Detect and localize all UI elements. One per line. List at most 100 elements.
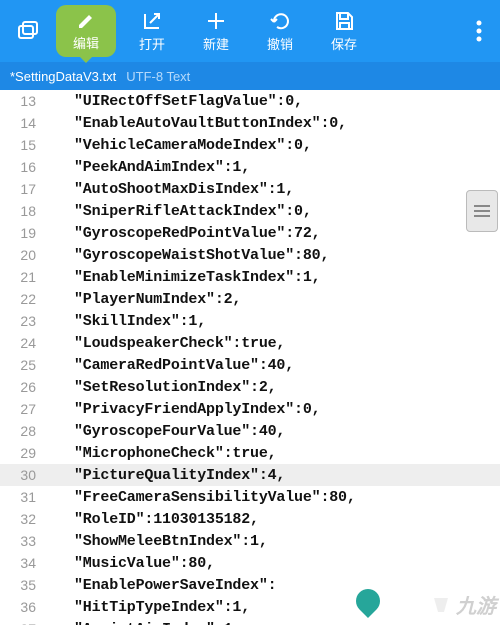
line-number: 35	[0, 577, 44, 593]
line-content: "EnablePowerSaveIndex":	[44, 577, 276, 594]
line-content: "SkillIndex":1,	[44, 313, 206, 330]
code-line[interactable]: 13"UIRectOffSetFlagValue":0,	[0, 90, 500, 112]
line-content: "MusicValue":80,	[44, 555, 215, 572]
line-number: 13	[0, 93, 44, 109]
line-number: 31	[0, 489, 44, 505]
multitab-button[interactable]	[4, 0, 52, 62]
code-line[interactable]: 18"SniperRifleAttackIndex":0,	[0, 200, 500, 222]
code-line[interactable]: 35"EnablePowerSaveIndex":	[0, 574, 500, 596]
line-content: "FreeCameraSensibilityValue":80,	[44, 489, 356, 506]
line-content: "PrivacyFriendApplyIndex":0,	[44, 401, 320, 418]
code-line[interactable]: 25"CameraRedPointValue":40,	[0, 354, 500, 376]
code-line[interactable]: 17"AutoShootMaxDisIndex":1,	[0, 178, 500, 200]
line-number: 33	[0, 533, 44, 549]
more-menu[interactable]	[462, 20, 496, 42]
line-content: "SetResolutionIndex":2,	[44, 379, 276, 396]
watermark: 九游	[430, 590, 496, 619]
line-content: "VehicleCameraModeIndex":0,	[44, 137, 312, 154]
line-content: "EnableAutoVaultButtonIndex":0,	[44, 115, 347, 132]
open-button[interactable]: 打开	[120, 0, 184, 62]
line-number: 17	[0, 181, 44, 197]
line-number: 26	[0, 379, 44, 395]
file-encoding: UTF-8 Text	[126, 69, 190, 84]
code-line[interactable]: 23"SkillIndex":1,	[0, 310, 500, 332]
edit-label: 编辑	[73, 33, 99, 52]
code-line[interactable]: 27"PrivacyFriendApplyIndex":0,	[0, 398, 500, 420]
line-content: "RoleID":11030135182,	[44, 511, 259, 528]
line-number: 16	[0, 159, 44, 175]
line-number: 23	[0, 313, 44, 329]
line-content: "PeekAndAimIndex":1,	[44, 159, 250, 176]
line-content: "CameraRedPointValue":40,	[44, 357, 294, 374]
line-number: 29	[0, 445, 44, 461]
undo-button[interactable]: 撤销	[248, 0, 312, 62]
line-number: 14	[0, 115, 44, 131]
open-icon	[141, 10, 163, 32]
new-label: 新建	[203, 34, 229, 53]
line-content: "MicrophoneCheck":true,	[44, 445, 276, 462]
code-line[interactable]: 33"ShowMeleeBtnIndex":1,	[0, 530, 500, 552]
code-line[interactable]: 15"VehicleCameraModeIndex":0,	[0, 134, 500, 156]
code-editor[interactable]: 13"UIRectOffSetFlagValue":0,14"EnableAut…	[0, 90, 500, 625]
code-line[interactable]: 21"EnableMinimizeTaskIndex":1,	[0, 266, 500, 288]
toolbar: 编辑 打开 新建 撤销 保存	[0, 0, 500, 62]
line-content: "AutoShootMaxDisIndex":1,	[44, 181, 294, 198]
line-content: "SniperRifleAttackIndex":0,	[44, 203, 312, 220]
line-content: "ShowMeleeBtnIndex":1,	[44, 533, 268, 550]
line-content: "UIRectOffSetFlagValue":0,	[44, 93, 303, 110]
code-line[interactable]: 37"AssistAimIndex":1,	[0, 618, 500, 625]
code-line[interactable]: 19"GyroscopeRedPointValue":72,	[0, 222, 500, 244]
pencil-icon	[76, 11, 96, 31]
line-number: 36	[0, 599, 44, 615]
more-icon	[476, 20, 482, 42]
save-icon	[333, 10, 355, 32]
line-content: "HitTipTypeIndex":1,	[44, 599, 250, 616]
code-line[interactable]: 31"FreeCameraSensibilityValue":80,	[0, 486, 500, 508]
new-button[interactable]: 新建	[184, 0, 248, 62]
code-line[interactable]: 26"SetResolutionIndex":2,	[0, 376, 500, 398]
line-number: 18	[0, 203, 44, 219]
line-number: 32	[0, 511, 44, 527]
line-number: 30	[0, 467, 44, 483]
code-line[interactable]: 22"PlayerNumIndex":2,	[0, 288, 500, 310]
line-content: "EnableMinimizeTaskIndex":1,	[44, 269, 320, 286]
line-number: 34	[0, 555, 44, 571]
line-number: 20	[0, 247, 44, 263]
windows-icon	[16, 19, 40, 43]
edit-button[interactable]: 编辑	[56, 5, 116, 57]
code-line[interactable]: 28"GyroscopeFourValue":40,	[0, 420, 500, 442]
line-content: "AssistAimIndex":1,	[44, 621, 241, 625]
code-line[interactable]: 29"MicrophoneCheck":true,	[0, 442, 500, 464]
code-line[interactable]: 30"PictureQualityIndex":4,	[0, 464, 500, 486]
undo-label: 撤销	[267, 34, 293, 53]
file-name: *SettingDataV3.txt	[10, 69, 116, 84]
line-content: "PlayerNumIndex":2,	[44, 291, 241, 308]
line-content: "GyroscopeFourValue":40,	[44, 423, 285, 440]
line-number: 27	[0, 401, 44, 417]
line-number: 15	[0, 137, 44, 153]
code-line[interactable]: 34"MusicValue":80,	[0, 552, 500, 574]
open-label: 打开	[139, 34, 165, 53]
code-line[interactable]: 14"EnableAutoVaultButtonIndex":0,	[0, 112, 500, 134]
line-number: 21	[0, 269, 44, 285]
code-line[interactable]: 24"LoudspeakerCheck":true,	[0, 332, 500, 354]
fast-scroll-handle[interactable]	[466, 190, 498, 232]
line-number: 19	[0, 225, 44, 241]
code-line[interactable]: 36"HitTipTypeIndex":1,	[0, 596, 500, 618]
undo-icon	[269, 10, 291, 32]
line-content: "GyroscopeWaistShotValue":80,	[44, 247, 329, 264]
save-button[interactable]: 保存	[312, 0, 376, 62]
file-tab-bar[interactable]: *SettingDataV3.txt UTF-8 Text	[0, 62, 500, 90]
watermark-icon	[430, 594, 452, 616]
code-line[interactable]: 20"GyroscopeWaistShotValue":80,	[0, 244, 500, 266]
line-number: 24	[0, 335, 44, 351]
line-number: 37	[0, 621, 44, 625]
code-line[interactable]: 32"RoleID":11030135182,	[0, 508, 500, 530]
line-content: "LoudspeakerCheck":true,	[44, 335, 285, 352]
line-content: "GyroscopeRedPointValue":72,	[44, 225, 320, 242]
line-content: "PictureQualityIndex":4,	[44, 467, 285, 484]
line-number: 22	[0, 291, 44, 307]
code-line[interactable]: 16"PeekAndAimIndex":1,	[0, 156, 500, 178]
line-number: 28	[0, 423, 44, 439]
line-number: 25	[0, 357, 44, 373]
